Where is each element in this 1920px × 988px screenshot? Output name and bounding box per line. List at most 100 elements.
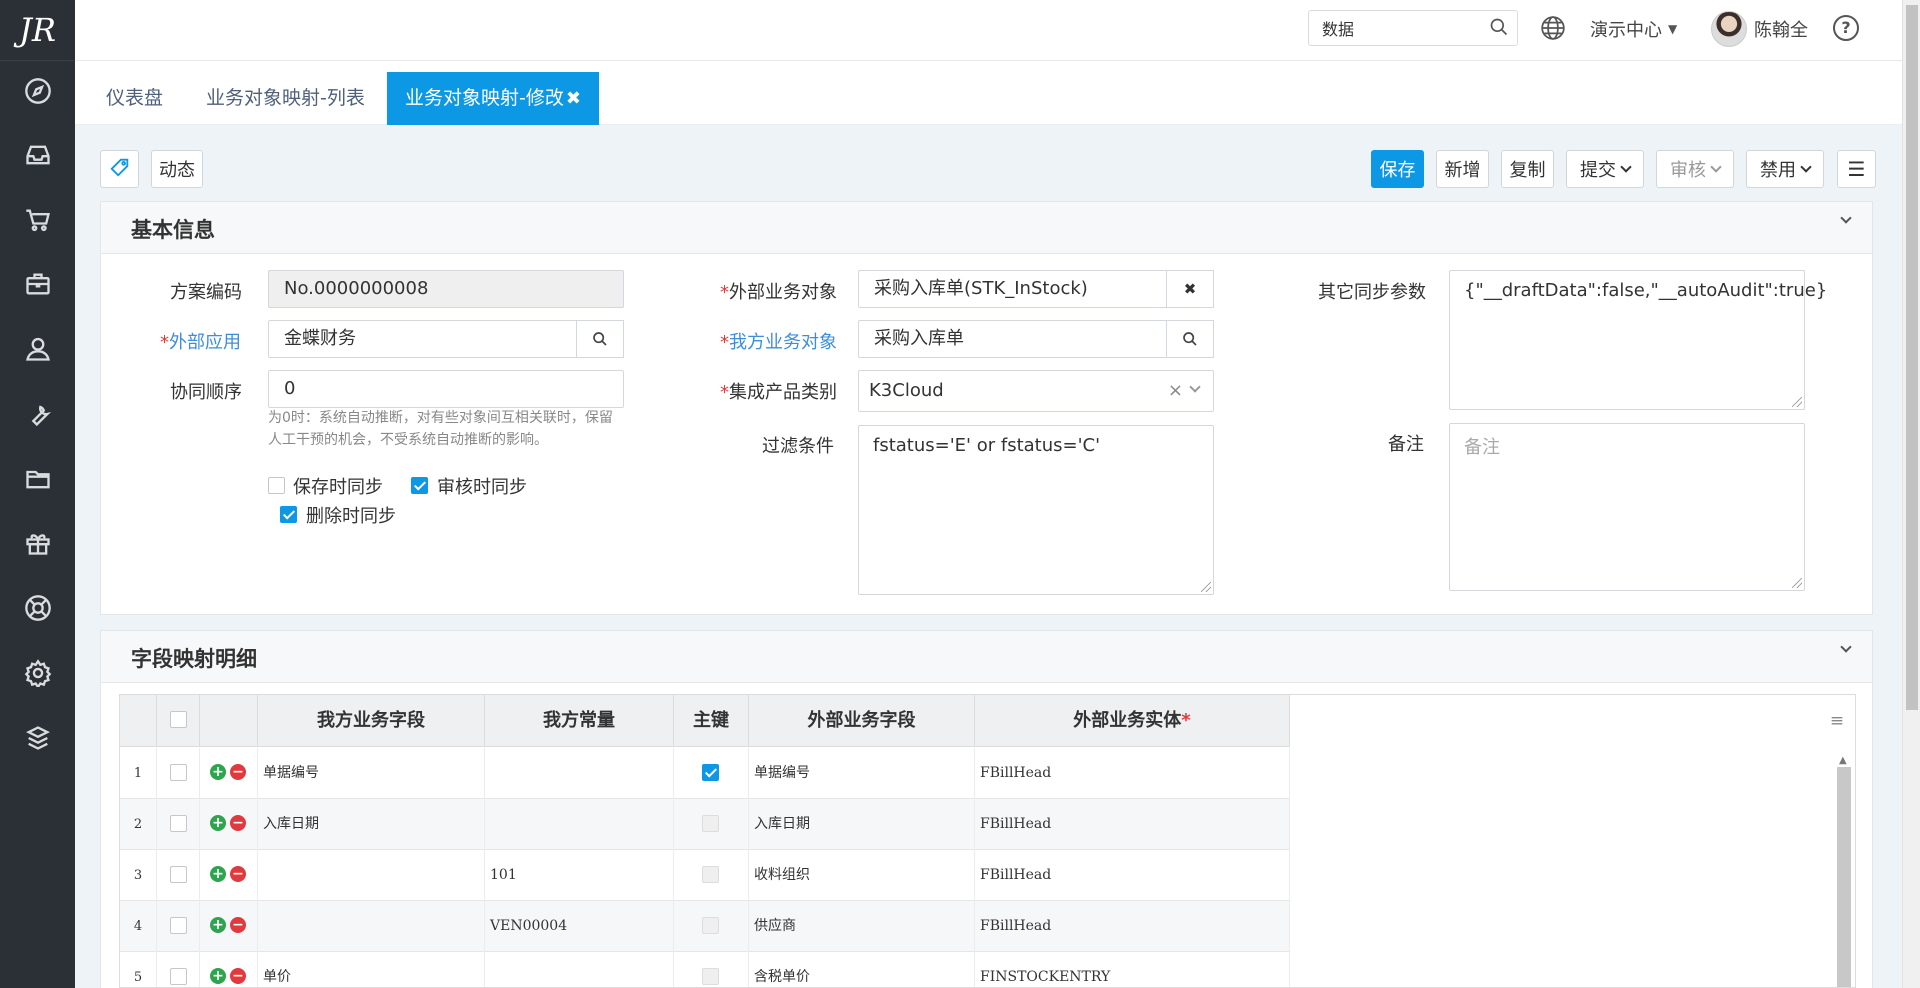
select-all-checkbox[interactable] (170, 711, 187, 728)
my-obj-label[interactable]: *我方业务对象 (720, 328, 837, 354)
sync-save-label[interactable]: 保存时同步 (293, 473, 383, 499)
my-const-cell[interactable]: 101 (485, 850, 674, 901)
ext-entity-cell[interactable]: FBillHead (975, 850, 1290, 901)
resize-handle[interactable] (1201, 582, 1211, 592)
sync-delete-checkbox[interactable] (280, 506, 297, 523)
remark-textarea[interactable]: 备注 (1449, 423, 1805, 591)
save-button[interactable]: 保存 (1371, 150, 1424, 188)
copy-button[interactable]: 复制 (1501, 150, 1554, 188)
ext-obj-field[interactable]: 采购入库单(STK_InStock) ✖ (858, 270, 1214, 308)
tab-mapping-edit[interactable]: 业务对象映射-修改 ✖ (387, 72, 599, 125)
row-checkbox[interactable] (170, 917, 187, 934)
ext-field-cell[interactable]: 收料组织 (749, 850, 975, 901)
gift-icon[interactable] (0, 523, 75, 563)
remove-row-icon[interactable]: − (230, 866, 246, 882)
username[interactable]: 陈翰全 (1754, 16, 1808, 42)
chevron-down-icon[interactable] (1189, 381, 1201, 393)
my-const-cell[interactable]: VEN00004 (485, 901, 674, 952)
remove-row-icon[interactable]: − (230, 968, 246, 984)
search-button[interactable] (1166, 320, 1214, 358)
my-field-cell[interactable] (258, 901, 485, 952)
row-checkbox[interactable] (170, 815, 187, 832)
sync-delete-label[interactable]: 删除时同步 (306, 502, 396, 528)
lifebuoy-icon[interactable] (0, 588, 75, 628)
my-field-cell[interactable]: 单价 (258, 952, 485, 987)
my-const-cell[interactable] (485, 952, 674, 987)
add-row-icon[interactable]: + (210, 917, 226, 933)
remove-row-icon[interactable]: − (230, 815, 246, 831)
grid-scrollbar[interactable]: ▲ (1837, 755, 1851, 987)
my-field-cell[interactable]: 入库日期 (258, 799, 485, 850)
add-row-icon[interactable]: + (210, 815, 226, 831)
page-scrollbar-thumb[interactable] (1906, 5, 1918, 710)
ext-app-label[interactable]: *外部应用 (160, 328, 241, 354)
chevron-down-icon[interactable] (1840, 212, 1852, 224)
briefcase-icon[interactable] (0, 264, 75, 304)
other-params-textarea[interactable]: {"__draftData":false,"__autoAudit":true} (1449, 270, 1827, 410)
sync-save-checkbox[interactable] (268, 477, 285, 494)
basic-info-header[interactable]: 基本信息 (101, 202, 1872, 254)
ext-entity-cell[interactable]: FINSTOCKENTRY (975, 952, 1290, 987)
cart-icon[interactable] (0, 200, 75, 240)
my-const-cell[interactable] (485, 799, 674, 850)
my-field-cell[interactable] (258, 850, 485, 901)
product-select[interactable]: K3Cloud × (858, 370, 1214, 412)
disable-button[interactable]: 禁用 (1746, 150, 1824, 188)
clear-icon[interactable]: × (1168, 371, 1183, 411)
org-switcher[interactable]: 演示中心 ▼ (1590, 16, 1677, 42)
cube-icon[interactable] (0, 718, 75, 758)
ext-field-cell[interactable]: 含税单价 (749, 952, 975, 987)
close-icon[interactable]: ✖ (566, 88, 581, 109)
menu-button[interactable]: ☰ (1837, 150, 1876, 188)
remove-row-icon[interactable]: − (230, 764, 246, 780)
search-input[interactable] (1309, 11, 1479, 45)
tag-button[interactable] (100, 150, 139, 188)
row-checkbox[interactable] (170, 866, 187, 883)
submit-button[interactable]: 提交 (1566, 150, 1644, 188)
app-logo[interactable]: JR (0, 0, 75, 61)
primary-key-checkbox[interactable] (702, 866, 719, 883)
gear-icon[interactable] (0, 653, 75, 693)
order-field[interactable]: 0 (268, 370, 624, 408)
ext-entity-cell[interactable]: FBillHead (975, 901, 1290, 952)
page-scrollbar[interactable] (1902, 0, 1920, 988)
table-row[interactable]: 2 + − 入库日期 入库日期 FBillHead (120, 799, 1290, 850)
header-ext-entity[interactable]: 外部业务实体* (975, 695, 1290, 747)
ext-entity-cell[interactable]: FBillHead (975, 799, 1290, 850)
header-ext-field[interactable]: 外部业务字段 (749, 695, 975, 747)
ext-field-cell[interactable]: 供应商 (749, 901, 975, 952)
header-my-const[interactable]: 我方常量 (485, 695, 674, 747)
ext-app-field[interactable]: 金蝶财务 (268, 320, 624, 358)
global-search[interactable] (1308, 10, 1518, 46)
remove-row-icon[interactable]: − (230, 917, 246, 933)
add-button[interactable]: 新增 (1436, 150, 1489, 188)
primary-key-checkbox[interactable] (702, 764, 719, 781)
clear-button[interactable]: ✖ (1166, 270, 1214, 308)
primary-key-checkbox[interactable] (702, 968, 719, 985)
row-checkbox[interactable] (170, 968, 187, 985)
primary-key-checkbox[interactable] (702, 815, 719, 832)
sync-audit-label[interactable]: 审核时同步 (437, 473, 527, 499)
header-primary-key[interactable]: 主键 (674, 695, 749, 747)
ext-entity-cell[interactable]: FBillHead (975, 748, 1290, 799)
inbox-icon[interactable] (0, 135, 75, 175)
tab-mapping-list[interactable]: 业务对象映射-列表 (188, 72, 383, 125)
table-row[interactable]: 1 + − 单据编号 单据编号 FBillHead (120, 748, 1290, 799)
globe-icon[interactable] (1540, 15, 1566, 46)
add-row-icon[interactable]: + (210, 764, 226, 780)
resize-handle[interactable] (1792, 397, 1802, 407)
mapping-header[interactable]: 字段映射明细 (101, 631, 1872, 683)
row-checkbox[interactable] (170, 764, 187, 781)
filter-textarea[interactable]: fstatus='E' or fstatus='C' (858, 425, 1214, 595)
compass-icon[interactable] (0, 71, 75, 111)
tab-dashboard[interactable]: 仪表盘 (88, 72, 181, 125)
my-field-cell[interactable]: 单据编号 (258, 748, 485, 799)
wrench-icon[interactable] (0, 394, 75, 434)
ext-field-cell[interactable]: 单据编号 (749, 748, 975, 799)
add-row-icon[interactable]: + (210, 866, 226, 882)
resize-handle[interactable] (1792, 578, 1802, 588)
table-row[interactable]: 5 + − 单价 含税单价 FINSTOCKENTRY (120, 952, 1290, 987)
primary-key-checkbox[interactable] (702, 917, 719, 934)
audit-button[interactable]: 审核 (1656, 150, 1734, 188)
my-const-cell[interactable] (485, 748, 674, 799)
